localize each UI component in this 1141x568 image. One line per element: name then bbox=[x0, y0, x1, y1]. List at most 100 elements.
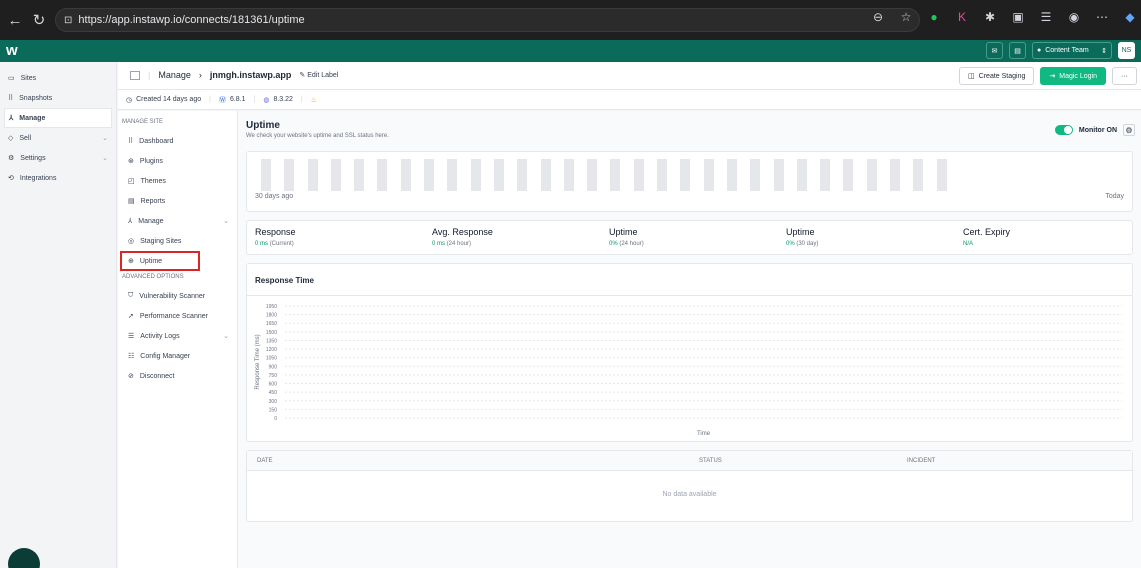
uptime-day-bar[interactable] bbox=[773, 159, 784, 191]
uptime-day-bar[interactable] bbox=[936, 159, 947, 191]
subnav-item-performance-scanner[interactable]: ➚ Performance Scanner bbox=[118, 306, 237, 326]
subnav-item-activity-logs[interactable]: ☰ Activity Logs ⌄ bbox=[118, 326, 237, 346]
stat-title: Uptime bbox=[786, 227, 815, 237]
uptime-day-bar[interactable] bbox=[261, 159, 271, 191]
x-axis-label: Time bbox=[697, 431, 711, 437]
rocket-icon: ➚ bbox=[128, 313, 134, 320]
uptime-day-bar[interactable] bbox=[726, 159, 737, 191]
subnav-item-label: Themes bbox=[140, 177, 166, 185]
sidebar-item-manage[interactable]: ⅄ Manage bbox=[4, 108, 112, 128]
uptime-day-bar[interactable] bbox=[843, 159, 854, 191]
announcement-icon[interactable]: ✉ bbox=[986, 42, 1003, 59]
profile-icon[interactable]: ◉ bbox=[1066, 9, 1082, 25]
sidebar-item-label: Snapshots bbox=[19, 94, 53, 102]
sidebar-item-sell[interactable]: ◇ Sell ⌄ bbox=[0, 128, 116, 148]
y-axis-label: Response Time (ms) bbox=[255, 334, 261, 389]
subnav-item-label: Manage bbox=[138, 217, 164, 225]
uptime-day-bar[interactable] bbox=[447, 159, 458, 191]
uptime-day-bar[interactable] bbox=[680, 159, 691, 191]
stat-avg-response: Avg. Response 0 ms (24 hour) bbox=[424, 221, 601, 254]
stat-title: Response bbox=[255, 227, 296, 237]
zoom-icon[interactable]: ⊖ bbox=[870, 9, 886, 25]
subnav-item-label: Dashboard bbox=[139, 137, 174, 145]
uptime-day-bar[interactable] bbox=[657, 159, 668, 191]
uptime-day-bar[interactable] bbox=[377, 159, 388, 191]
uptime-day-bar[interactable] bbox=[610, 159, 621, 191]
uptime-day-bar[interactable] bbox=[913, 159, 924, 191]
uptime-day-bar[interactable] bbox=[330, 159, 341, 191]
uptime-day-bar[interactable] bbox=[796, 159, 807, 191]
star-icon[interactable]: ☆ bbox=[898, 9, 914, 25]
sites-icon: ▭ bbox=[8, 75, 15, 82]
uptime-day-bar[interactable] bbox=[517, 159, 528, 191]
subnav-item-plugins[interactable]: ⊛ Plugins bbox=[118, 151, 237, 171]
gear-icon[interactable]: ⚙ bbox=[1123, 124, 1135, 136]
stat-cert-expiry: Cert. Expiry N/A bbox=[955, 221, 1132, 254]
notes-icon[interactable]: ▤ bbox=[1009, 42, 1026, 59]
browser-icons: ⊖ ☆ ● K ✱ ▣ ☰ ◉ ⋯ ◆ bbox=[870, 9, 1138, 25]
uptime-day-bar[interactable] bbox=[866, 159, 877, 191]
site-info-icon[interactable]: ⊡ bbox=[64, 15, 72, 26]
subnav-item-manage[interactable]: ⅄ Manage ⌄ bbox=[118, 211, 237, 231]
uptime-day-bar[interactable] bbox=[400, 159, 411, 191]
uptime-day-bar[interactable] bbox=[820, 159, 831, 191]
uptime-day-bar[interactable] bbox=[424, 159, 435, 191]
favorites-icon[interactable]: ☰ bbox=[1038, 9, 1054, 25]
back-icon[interactable]: ← bbox=[4, 9, 26, 31]
magic-login-button[interactable]: ⇥ Magic Login bbox=[1040, 67, 1106, 85]
copilot-icon[interactable]: ◆ bbox=[1122, 9, 1138, 25]
more-actions-button[interactable]: ··· bbox=[1112, 67, 1137, 85]
uptime-day-bar[interactable] bbox=[307, 159, 318, 191]
subnav-item-reports[interactable]: ▤ Reports bbox=[118, 191, 237, 211]
uptime-day-bar[interactable] bbox=[354, 159, 365, 191]
uptime-day-bar[interactable] bbox=[890, 159, 901, 191]
uptime-day-bar[interactable] bbox=[563, 159, 574, 191]
uptime-day-bar[interactable] bbox=[284, 159, 295, 191]
uptime-day-bar[interactable] bbox=[703, 159, 714, 191]
monitor-toggle[interactable] bbox=[1054, 125, 1073, 135]
subnav-item-label: Activity Logs bbox=[140, 332, 180, 340]
split-icon[interactable]: ▣ bbox=[1010, 9, 1026, 25]
y-tick-label: 1200 bbox=[266, 347, 277, 353]
sidebar-item-snapshots[interactable]: ⠿ Snapshots bbox=[0, 88, 116, 108]
y-tick-label: 450 bbox=[269, 390, 278, 396]
subnav-item-staging-sites[interactable]: ◎ Staging Sites bbox=[118, 231, 237, 251]
edit-icon: ✎ bbox=[299, 72, 306, 79]
subnav-item-uptime[interactable]: ⊕ Uptime bbox=[120, 251, 200, 271]
chevron-down-icon: ⌄ bbox=[102, 135, 108, 142]
subnav-item-config-manager[interactable]: ☷ Config Manager bbox=[118, 346, 237, 366]
create-staging-button[interactable]: ◫ Create Staging bbox=[959, 67, 1035, 85]
fire-icon[interactable]: ♨ bbox=[311, 96, 317, 104]
subnav-item-themes[interactable]: ◰ Themes bbox=[118, 171, 237, 191]
stat-title: Uptime bbox=[609, 227, 638, 237]
sidebar-item-settings[interactable]: ⚙ Settings ⌄ bbox=[0, 148, 116, 168]
grammarly-icon[interactable]: ● bbox=[926, 9, 942, 25]
instawp-logo[interactable]: w bbox=[6, 42, 18, 59]
uptime-day-bar[interactable] bbox=[493, 159, 504, 191]
team-selector[interactable]: ● Content Team ⇕ bbox=[1032, 42, 1112, 59]
sidebar-item-label: Sell bbox=[19, 134, 32, 142]
uptime-day-bar[interactable] bbox=[587, 159, 598, 191]
subnav-item-label: Reports bbox=[140, 197, 166, 205]
sidebar-item-integrations[interactable]: ⟲ Integrations bbox=[0, 168, 116, 188]
sidebar-toggle-icon[interactable] bbox=[130, 70, 140, 80]
subnav-item-disconnect[interactable]: ⊘ Disconnect bbox=[118, 366, 237, 386]
extension-k-icon[interactable]: K bbox=[954, 9, 970, 25]
stat-sub: (24 hour) bbox=[446, 241, 472, 247]
uptime-day-bar[interactable] bbox=[540, 159, 551, 191]
subnav-item-vulnerability-scanner[interactable]: ⛉ Vulnerability Scanner bbox=[118, 286, 237, 306]
breadcrumb-section[interactable]: Manage bbox=[158, 70, 191, 80]
uptime-day-bar[interactable] bbox=[470, 159, 481, 191]
edit-label-button[interactable]: ✎ Edit Label bbox=[299, 71, 338, 79]
sidebar-item-sites[interactable]: ▭ Sites bbox=[0, 68, 116, 88]
more-icon[interactable]: ⋯ bbox=[1094, 9, 1110, 25]
puzzle-icon[interactable]: ✱ bbox=[982, 9, 998, 25]
uptime-day-bar[interactable] bbox=[633, 159, 644, 191]
user-avatar[interactable]: NS bbox=[1118, 42, 1135, 59]
refresh-icon[interactable]: ↻ bbox=[28, 9, 50, 31]
y-tick-label: 150 bbox=[269, 407, 278, 413]
uptime-day-bar[interactable] bbox=[750, 159, 761, 191]
address-bar[interactable]: ⊡ https://app.instawp.io/connects/181361… bbox=[55, 8, 920, 32]
subnav-item-dashboard[interactable]: ⠿ Dashboard bbox=[118, 131, 237, 151]
stat-value: 0% bbox=[786, 241, 795, 247]
